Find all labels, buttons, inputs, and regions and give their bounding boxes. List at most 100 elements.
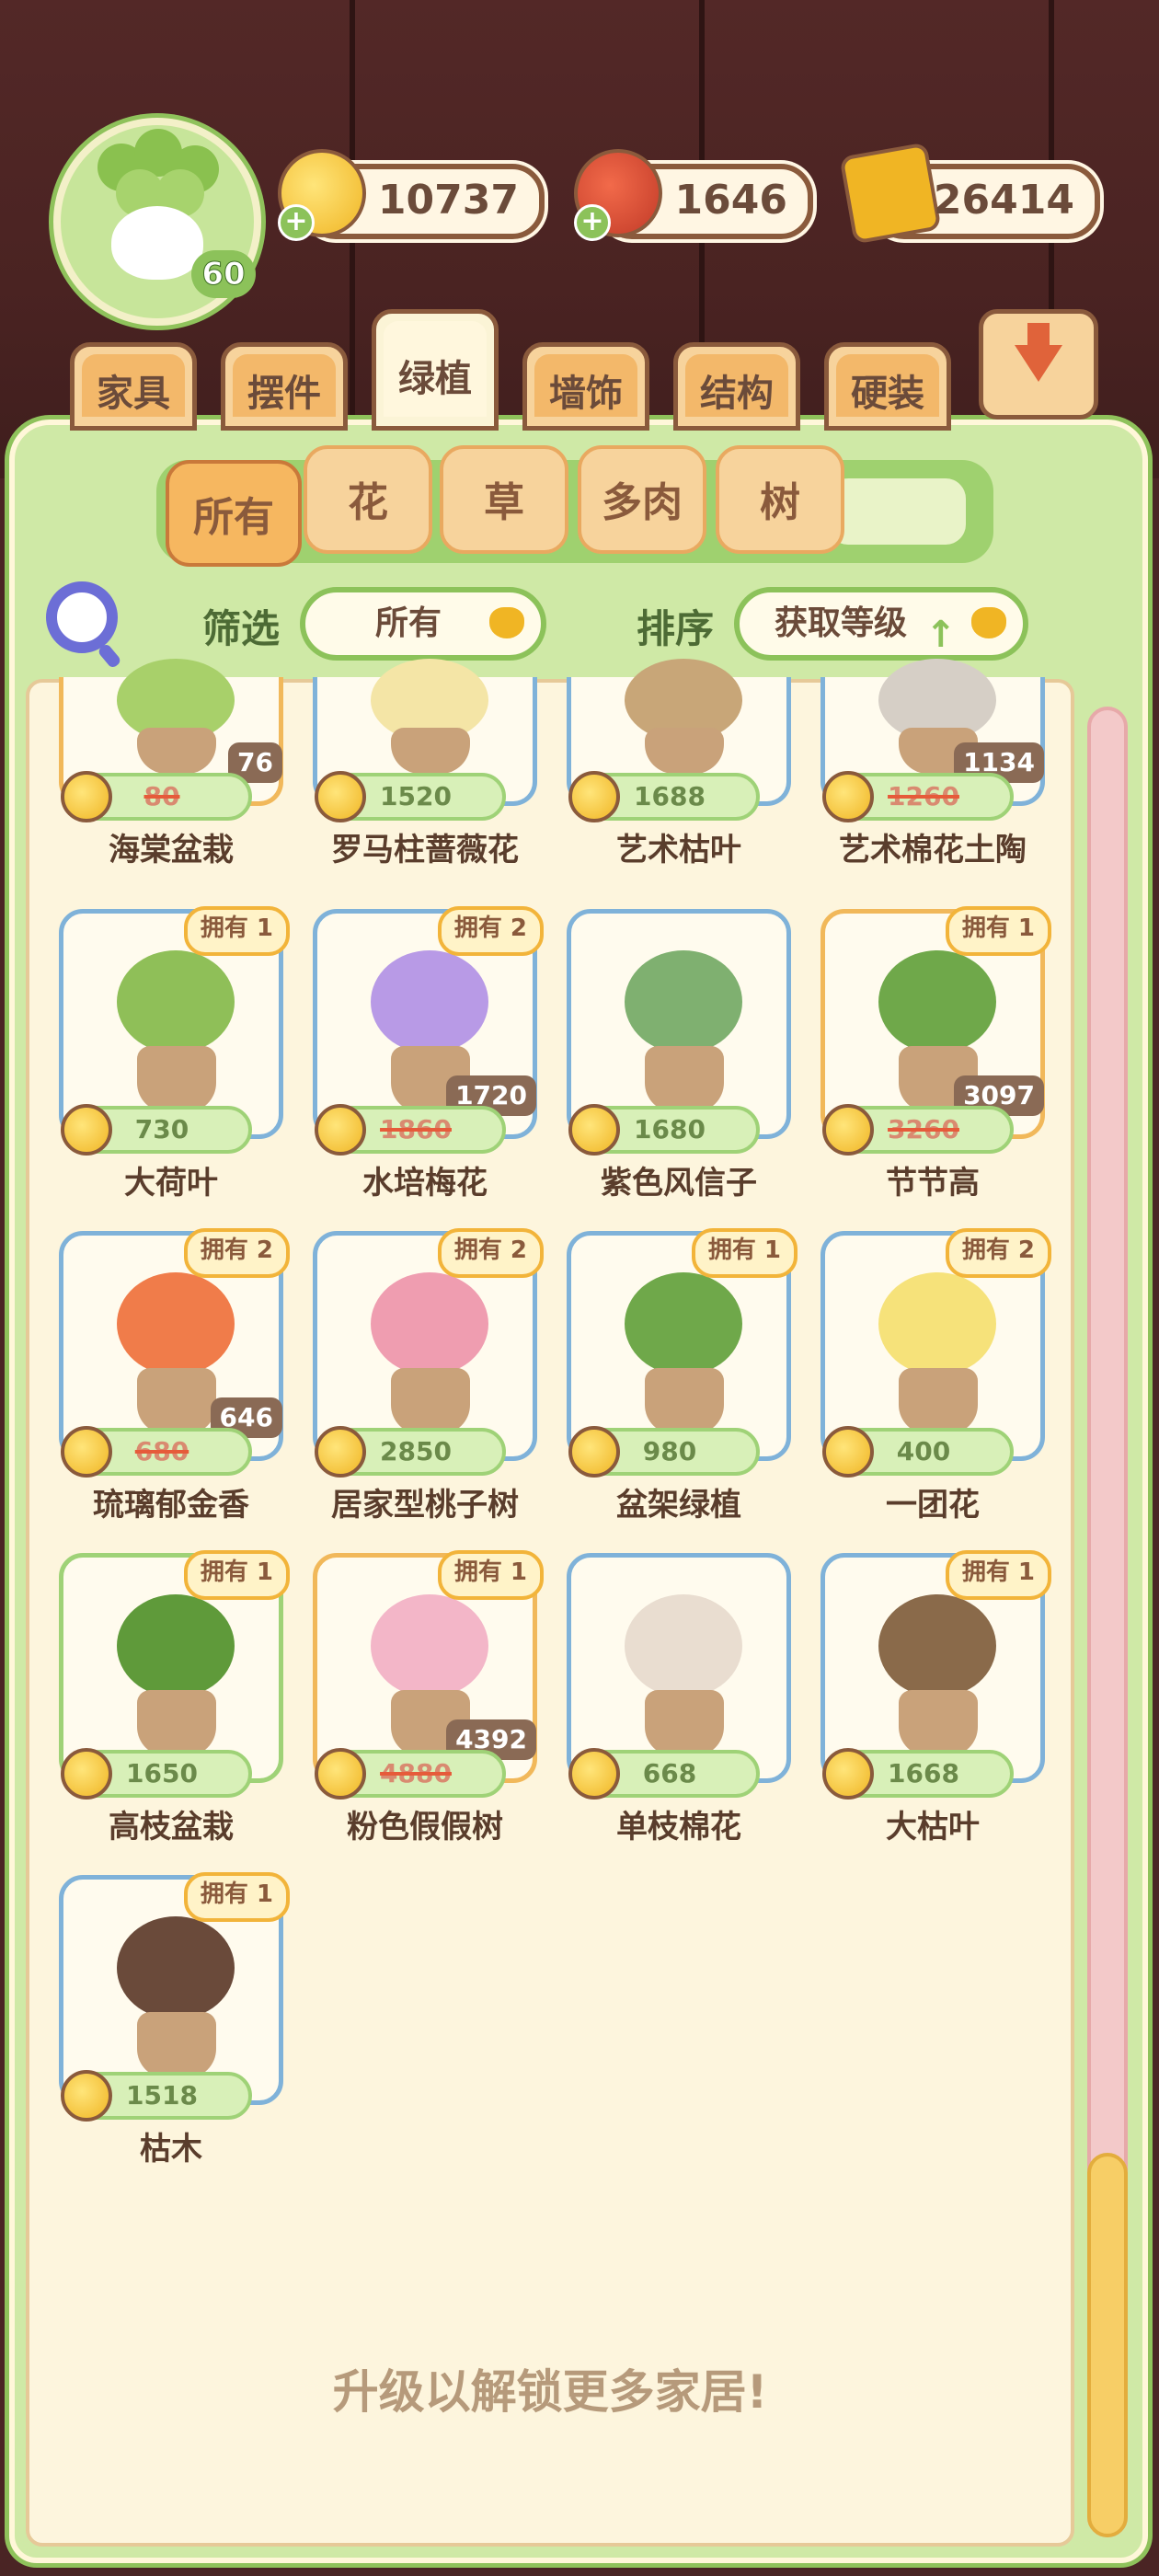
item-image [878, 950, 996, 1053]
item-pot-image [899, 1690, 978, 1756]
coin-icon [315, 1104, 366, 1156]
coin-icon [61, 771, 112, 822]
item-image [625, 1594, 742, 1697]
coin-icon [822, 771, 874, 822]
subtab-grass[interactable]: 草 [440, 445, 568, 554]
coin-icon [568, 1426, 620, 1478]
coin-value: 10737 [377, 177, 519, 224]
item-price-value: 400 [896, 1436, 951, 1466]
subtab-flower[interactable]: 花 [304, 445, 432, 554]
item-name: 紫色风信子 [601, 1165, 757, 1202]
book-value: 26414 [933, 177, 1074, 224]
item-price: 668 [568, 1748, 760, 1800]
item-name: 琉璃郁金香 [93, 1487, 249, 1524]
scrollbar-thumb[interactable] [1087, 2153, 1128, 2537]
item-pot-image [899, 1368, 978, 1434]
tab-structure[interactable]: 结构 [673, 342, 800, 431]
item-price-value: 1650 [126, 1758, 198, 1788]
item-image [878, 1594, 996, 1697]
subtab-tree[interactable]: 树 [716, 445, 844, 554]
item-price-value: 1688 [634, 781, 706, 811]
book-counter[interactable]: 26414 [839, 142, 1100, 245]
player-level-badge: 60 [191, 250, 256, 298]
more-categories-button[interactable] [979, 309, 1098, 420]
sort-value: 获取等级 [775, 604, 908, 642]
item-name: 盆架绿植 [616, 1487, 741, 1524]
item-name: 大枯叶 [886, 1809, 980, 1846]
coin-icon [61, 2070, 112, 2122]
tomato-value: 1646 [674, 177, 787, 224]
coin-icon [568, 1104, 620, 1156]
item-price-value: 1668 [888, 1758, 959, 1788]
sort-ascending-icon: ↑ [925, 614, 957, 656]
search-icon[interactable] [46, 581, 118, 653]
subtab-all[interactable]: 所有 [166, 460, 302, 567]
item-pot-image [137, 1368, 216, 1434]
filter-dropdown[interactable]: 所有 [300, 587, 546, 661]
owned-badge: 拥有 1 [945, 906, 1051, 956]
coin-icon [568, 1748, 620, 1800]
item-price-value: 1680 [634, 1114, 706, 1144]
item-price: 1518 [61, 2070, 252, 2122]
item-pot-image [137, 2012, 216, 2078]
filter-value: 所有 [375, 604, 442, 642]
item-price-value: 1260 [888, 781, 959, 811]
item-image [371, 1272, 488, 1375]
subtab-succulent[interactable]: 多肉 [578, 445, 706, 554]
tab-ornaments[interactable]: 摆件 [221, 342, 348, 431]
owned-badge: 拥有 1 [437, 1550, 544, 1600]
item-price: 4880 [315, 1748, 506, 1800]
item-price: 80 [61, 771, 252, 822]
item-price: 1688 [568, 771, 760, 822]
tomato-counter[interactable]: + 1646 [574, 149, 813, 241]
tab-wall-decor[interactable]: 墙饰 [522, 342, 649, 431]
coin-icon [315, 1426, 366, 1478]
item-name: 枯木 [140, 2131, 202, 2168]
item-price-value: 4880 [380, 1758, 452, 1788]
item-price: 730 [61, 1104, 252, 1156]
item-name: 粉色假假树 [347, 1809, 503, 1846]
item-image [625, 1272, 742, 1375]
item-image [878, 1272, 996, 1375]
tab-hardwear[interactable]: 硬装 [824, 342, 951, 431]
item-price: 1520 [315, 771, 506, 822]
tab-furniture[interactable]: 家具 [70, 342, 197, 431]
item-name: 单枝棉花 [616, 1809, 741, 1846]
coin-icon [822, 1426, 874, 1478]
item-price: 400 [822, 1426, 1014, 1478]
coin-icon [568, 771, 620, 822]
item-pot-image [137, 1046, 216, 1112]
add-tomatoes-icon[interactable]: + [574, 204, 611, 241]
item-name: 艺术枯叶 [616, 832, 741, 868]
dropdown-heart-icon [489, 607, 524, 638]
item-price: 680 [61, 1426, 252, 1478]
item-price-value: 2850 [380, 1436, 452, 1466]
filter-label: 筛选 [202, 606, 281, 651]
item-price-value: 730 [134, 1114, 189, 1144]
tab-plants[interactable]: 绿植 [372, 309, 499, 431]
item-pot-image [137, 1690, 216, 1756]
item-price-value: 680 [134, 1436, 189, 1466]
coin-icon [61, 1426, 112, 1478]
coin-icon [822, 1748, 874, 1800]
coin-icon [61, 1748, 112, 1800]
item-image [117, 950, 235, 1053]
add-coins-icon[interactable]: + [278, 204, 315, 241]
item-name: 艺术棉花土陶 [839, 832, 1027, 868]
item-name: 居家型桃子树 [331, 1487, 519, 1524]
item-image [371, 1594, 488, 1697]
item-price-value: 80 [143, 781, 180, 811]
item-pot-image [391, 728, 470, 774]
item-pot-image [391, 1368, 470, 1434]
item-name: 海棠盆栽 [109, 832, 234, 868]
coin-icon [822, 1104, 874, 1156]
item-price: 1680 [568, 1104, 760, 1156]
item-price-value: 1860 [380, 1114, 452, 1144]
coin-counter[interactable]: + 10737 [278, 149, 545, 241]
sort-label: 排序 [637, 606, 715, 651]
player-avatar[interactable]: 60 [53, 118, 261, 326]
item-price-value: 668 [642, 1758, 697, 1788]
owned-badge: 拥有 2 [437, 906, 544, 956]
item-pot-image [645, 1368, 724, 1434]
sort-dropdown[interactable]: 获取等级 ↑ [734, 587, 1028, 661]
